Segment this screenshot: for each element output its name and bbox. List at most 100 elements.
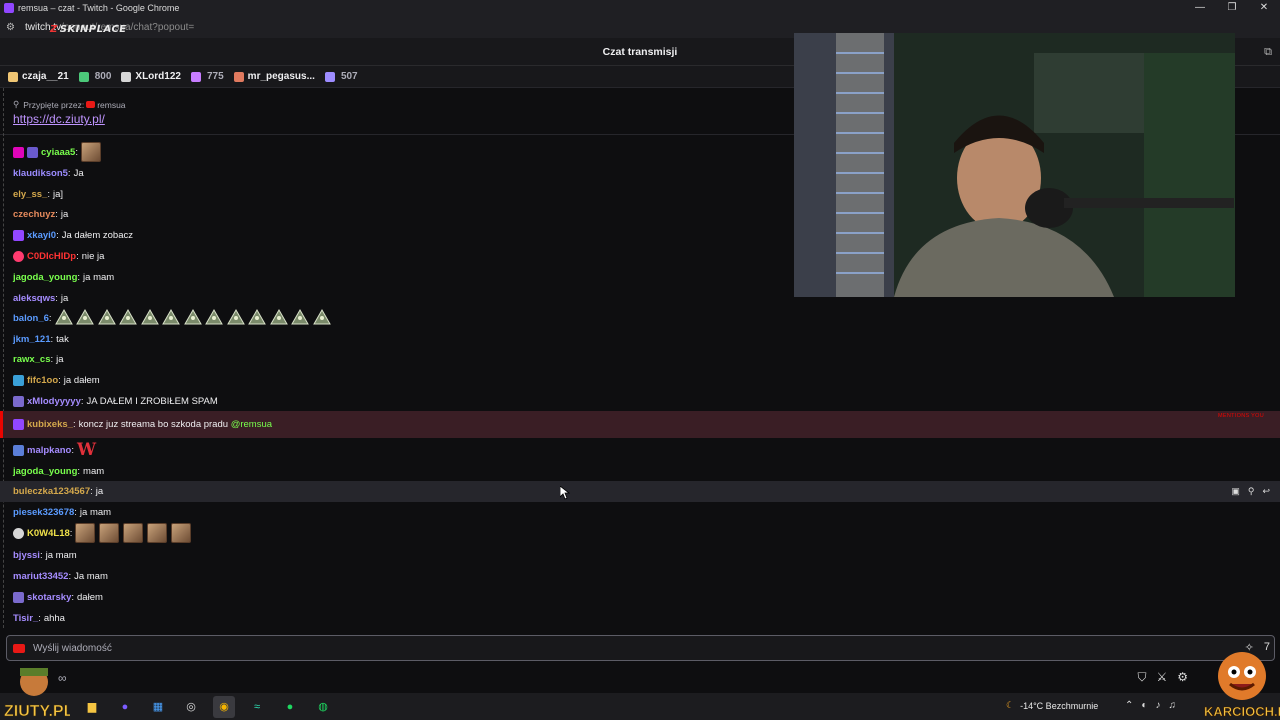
chat-username[interactable]: Tisir_ xyxy=(13,613,38,624)
emote-face-icon[interactable] xyxy=(123,523,144,543)
illuminati-emote-icon[interactable] xyxy=(54,308,73,325)
chevron-up-icon[interactable]: ⌃ xyxy=(1125,700,1133,711)
emote-face-icon[interactable] xyxy=(80,142,101,162)
mod-tools-icon[interactable]: ⚔ xyxy=(1156,670,1167,685)
illuminati-emote-icon[interactable] xyxy=(312,308,331,325)
chat-message[interactable]: rawx_cs: ja xyxy=(0,352,1280,366)
karcioch-logo: KARCIOCH.PL xyxy=(1202,646,1280,720)
chat-username[interactable]: bjyssi xyxy=(13,550,40,561)
leaderboard-entry[interactable]: XLord122 xyxy=(121,71,181,82)
leaderboard-entry[interactable]: mr_pegasus... xyxy=(233,71,315,82)
shield-icon[interactable]: ⛉ xyxy=(1137,670,1146,685)
illuminati-emote-icon[interactable] xyxy=(140,308,159,325)
illuminati-emote-icon[interactable] xyxy=(162,308,180,325)
file-explorer-icon[interactable]: ▆ xyxy=(81,696,103,718)
chat-message[interactable]: piesek323678: ja mam xyxy=(0,505,1280,519)
chat-message[interactable]: jagoda_young: mam xyxy=(0,464,1280,478)
pinned-by-user[interactable]: remsua xyxy=(97,100,125,110)
popout-icon[interactable]: ⧉ xyxy=(1264,46,1272,59)
minimize-icon[interactable]: — xyxy=(1184,0,1216,16)
emote-face-icon[interactable] xyxy=(147,523,168,543)
chat-message[interactable]: fifc1oo: ja dałem xyxy=(0,373,1280,387)
audio-app-icon[interactable]: ≈ xyxy=(246,696,268,718)
chrome-icon[interactable]: ◉ xyxy=(213,695,235,718)
chat-message[interactable]: jkm_121: tak xyxy=(0,332,1280,346)
mic-icon[interactable]: ♪ xyxy=(1155,700,1160,711)
window-title: remsua – czat - Twitch - Google Chrome xyxy=(18,3,180,13)
illuminati-emote-icon[interactable] xyxy=(119,308,137,325)
calendar-icon[interactable]: ▦ xyxy=(147,696,169,718)
chat-username[interactable]: cyiaaa5 xyxy=(41,147,75,158)
chat-message[interactable]: bjyssi: ja mam xyxy=(0,548,1280,562)
chat-message[interactable]: Tisir_: ahha xyxy=(0,611,1280,625)
chat-username[interactable]: piesek323678 xyxy=(13,507,74,518)
chat-message[interactable]: K0W4L18: xyxy=(0,523,1280,543)
messenger-icon[interactable]: ● xyxy=(114,696,136,718)
chat-username[interactable]: jagoda_young xyxy=(13,272,77,283)
illuminati-emote-icon[interactable] xyxy=(248,308,266,325)
app-green-icon[interactable]: ◍ xyxy=(312,696,334,718)
chat-input[interactable]: Wyślij wiadomość xyxy=(6,635,1275,661)
leaderboard-entry[interactable]: 775 xyxy=(190,71,224,82)
emote-face-icon[interactable] xyxy=(99,523,120,543)
chat-username[interactable]: mariut33452 xyxy=(13,571,68,582)
illuminati-emote-icon[interactable] xyxy=(97,308,116,325)
spotify-icon[interactable]: ● xyxy=(279,696,301,718)
chat-message[interactable]: skotarsky: dałem xyxy=(0,590,1280,604)
pin-message-icon[interactable]: ⚲ xyxy=(1248,486,1255,497)
emote-w-icon[interactable]: W xyxy=(77,440,96,460)
illuminati-emote-icon[interactable] xyxy=(76,308,94,325)
chat-username[interactable]: kubixeks_ xyxy=(27,419,73,430)
chat-text: ja xyxy=(56,353,64,365)
chat-username[interactable]: ely_ss_ xyxy=(13,189,47,200)
chat-text: ahha xyxy=(43,612,65,624)
chat-message[interactable]: balon_6: xyxy=(0,308,1280,327)
gear-icon[interactable]: ⚙ xyxy=(1177,670,1188,685)
reply-icon[interactable]: ↩ xyxy=(1262,486,1270,497)
illuminati-emote-icon[interactable] xyxy=(205,308,223,325)
leaderboard-entry[interactable]: czaja__21 xyxy=(8,71,69,82)
svg-text:KARCIOCH.PL: KARCIOCH.PL xyxy=(1204,704,1280,719)
chat-message-mention[interactable]: kubixeks_: koncz juz streama bo szkoda p… xyxy=(0,411,1280,438)
chat-username[interactable]: klaudikson5 xyxy=(13,168,68,179)
restore-icon[interactable]: ❐ xyxy=(1216,0,1248,16)
pinned-link[interactable]: https://dc.ziuty.pl/ xyxy=(13,112,105,126)
weather-widget[interactable]: ☾ -14°C Bezchmurnie xyxy=(1006,700,1098,711)
volume-icon[interactable]: ♫ xyxy=(1168,700,1176,711)
pin-icon: ⚲ xyxy=(13,99,20,109)
chat-username[interactable]: balon_6 xyxy=(13,313,49,324)
illuminati-emote-icon[interactable] xyxy=(269,308,288,325)
emote-face-icon[interactable] xyxy=(75,523,96,543)
chat-username[interactable]: fifc1oo xyxy=(27,375,58,386)
leaderboard-entry[interactable]: 800 xyxy=(78,71,111,82)
mention-text[interactable]: @remsua xyxy=(231,419,272,430)
illuminati-emote-icon[interactable] xyxy=(183,308,202,325)
chat-username[interactable]: skotarsky xyxy=(27,592,71,603)
chat-username[interactable]: malpkano xyxy=(27,445,71,456)
twitch-favicon-icon xyxy=(4,3,14,13)
chat-username[interactable]: xkayi0 xyxy=(27,230,56,241)
copy-icon[interactable]: ▣ xyxy=(1231,486,1240,497)
obs-icon[interactable]: ◎ xyxy=(180,696,202,718)
chat-message[interactable]: malpkano: W xyxy=(0,440,1280,460)
illuminati-emote-icon[interactable] xyxy=(291,308,309,325)
chat-username[interactable]: K0W4L18 xyxy=(27,528,70,539)
chat-username[interactable]: jagoda_young xyxy=(13,466,77,477)
chat-username[interactable]: buleczka1234567 xyxy=(13,486,90,497)
chat-message[interactable]: xMlodyyyyy: JA DAŁEM I ZROBIŁEM SPAM xyxy=(0,394,1280,408)
chat-header-title: Czat transmisji xyxy=(602,45,678,58)
chat-username[interactable]: C0DIcHIDp xyxy=(27,251,76,262)
illuminati-emote-icon[interactable] xyxy=(226,308,245,325)
chat-message[interactable]: mariut33452: Ja mam xyxy=(0,569,1280,583)
chat-username[interactable]: xMlodyyyyy xyxy=(27,396,81,407)
chat-username[interactable]: czechuyz xyxy=(13,209,55,220)
emote-face-icon[interactable] xyxy=(171,523,192,543)
chat-username[interactable]: rawx_cs xyxy=(13,354,51,365)
chat-message-hovered[interactable]: buleczka1234567: ja ▣ ⚲ ↩ xyxy=(0,481,1280,502)
close-icon[interactable]: ✕ xyxy=(1248,0,1280,16)
leaderboard-entry[interactable]: 507 xyxy=(324,71,358,82)
chat-username[interactable]: jkm_121 xyxy=(13,334,51,345)
network-icon[interactable]: ◐ xyxy=(1141,700,1147,711)
chat-username[interactable]: aleksqws xyxy=(13,293,55,304)
site-settings-icon[interactable]: ⚙ xyxy=(6,22,15,33)
